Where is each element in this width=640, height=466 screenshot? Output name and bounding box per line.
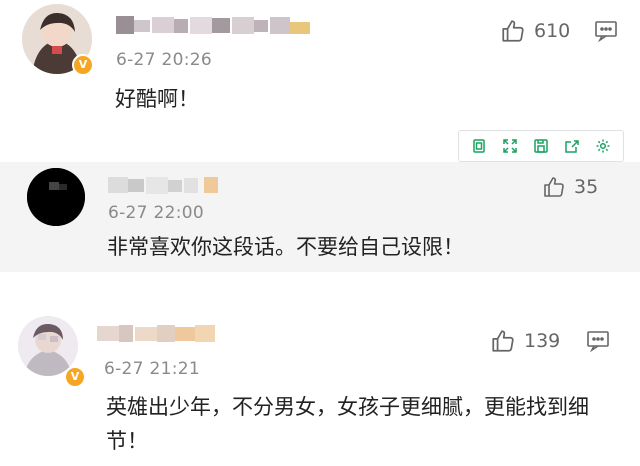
- settings-icon[interactable]: [592, 135, 614, 157]
- expand-icon[interactable]: [499, 135, 521, 157]
- avatar[interactable]: [27, 168, 85, 226]
- verified-badge-icon: V: [64, 366, 86, 388]
- share-icon[interactable]: [561, 135, 583, 157]
- save-icon[interactable]: [530, 135, 552, 157]
- thumbs-up-icon: [544, 177, 564, 197]
- like-count: 610: [534, 20, 571, 42]
- like-button[interactable]: 610: [500, 18, 570, 44]
- username-blurred[interactable]: [116, 14, 311, 36]
- thumbs-up-icon: [502, 20, 524, 42]
- floating-toolbar: [458, 130, 624, 162]
- comment-item: V 6-27 21:21 英雄出少年，不分男女，女孩子更细腻，更能找到细节！ 1…: [0, 300, 640, 466]
- comment-text: 非常喜欢你这段话。不要给自己设限！: [107, 235, 464, 259]
- like-button[interactable]: 35: [542, 175, 598, 199]
- username-blurred[interactable]: [108, 174, 220, 196]
- comment-text: 好酷啊！: [115, 87, 199, 111]
- comment-timestamp: 6-27 21:21: [104, 359, 200, 379]
- comment-item: 6-27 22:00 非常喜欢你这段话。不要给自己设限！ 35: [0, 162, 640, 272]
- like-count: 35: [574, 176, 599, 198]
- username-blurred[interactable]: [97, 322, 217, 344]
- reply-button[interactable]: [586, 330, 610, 356]
- comment-timestamp: 6-27 20:26: [116, 50, 212, 70]
- reply-button[interactable]: [594, 20, 618, 46]
- copy-icon[interactable]: [468, 135, 490, 157]
- comment-item: V 6-27 20:26 好酷啊！ 610: [0, 0, 640, 122]
- comment-icon: [587, 331, 609, 353]
- comment-icon: [595, 21, 617, 43]
- verified-badge-icon: V: [72, 54, 94, 76]
- like-button[interactable]: 139: [490, 328, 560, 354]
- thumbs-up-icon: [492, 330, 514, 352]
- like-count: 139: [524, 330, 561, 352]
- comment-text: 英雄出少年，不分男女，女孩子更细腻，更能找到细节！: [106, 395, 589, 453]
- comment-timestamp: 6-27 22:00: [108, 203, 204, 223]
